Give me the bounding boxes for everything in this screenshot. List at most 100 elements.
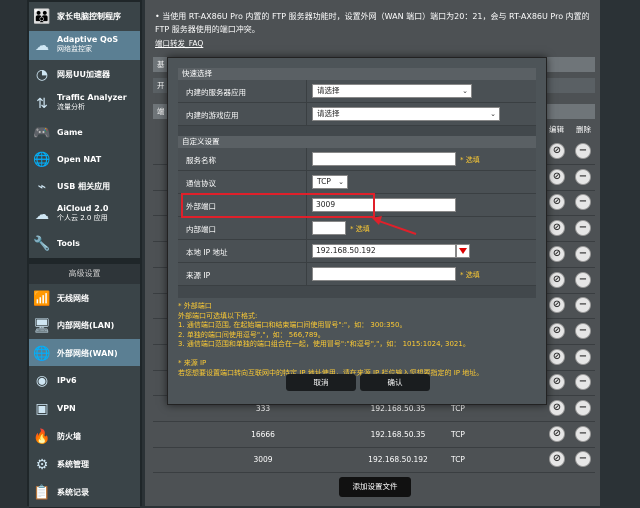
internal-port-row: 内部端口 * 选填 [178, 217, 536, 240]
sidebar-item-firewall[interactable]: 🔥 防火墙 [29, 422, 140, 452]
protocol-cell: TCP [451, 455, 465, 465]
edit-button[interactable]: ⊘ [549, 194, 565, 211]
builtin-game-select[interactable]: 请选择 ⌄ [312, 107, 500, 121]
edit-button[interactable]: ⊘ [549, 245, 565, 262]
edit-button[interactable]: ⊘ [549, 220, 565, 237]
local-ip-row: 本地 IP 地址 192.168.50.192 [178, 240, 536, 263]
note-line: 3. 通信端口范围和单独的端口组合在一起，使用冒号":"和逗号","，如： 10… [178, 340, 470, 348]
ok-button[interactable]: 确认 [360, 374, 430, 391]
builtin-service-row: 内建的服务器应用 请选择 ⌄ [178, 80, 536, 103]
sidebar-item-traffic[interactable]: ⇅ Traffic Analyzer 流量分析 [29, 89, 140, 119]
delete-button[interactable]: − [575, 143, 591, 159]
delete-button[interactable]: − [575, 425, 591, 442]
sidebar-item-game[interactable]: 🎮 Game [29, 118, 140, 148]
band-text: 开 [157, 81, 165, 90]
builtin-service-select[interactable]: 请选择 ⌄ [312, 84, 472, 98]
edit-button[interactable]: ⊘ [549, 425, 565, 442]
band-text: 基 [157, 60, 165, 69]
sidebar-item-label: AiCloud 2.0 [57, 204, 109, 213]
ip-dropdown-button[interactable] [456, 244, 470, 258]
service-name-label: 服务名称 [186, 156, 216, 165]
service-name-input[interactable] [312, 152, 456, 166]
row-divider [306, 263, 307, 285]
note-line: 若您想要设置端口转向互联网中的特定 IP 地址使用，请在来源 IP 栏位输入您想… [178, 368, 484, 377]
sidebar-item-tools[interactable]: 🔧 Tools [29, 229, 140, 259]
sidebar-item-ipv6[interactable]: ◉ IPv6 [29, 366, 140, 396]
band-text: 端 [157, 107, 165, 116]
delete-button[interactable]: − [575, 245, 591, 262]
edit-button[interactable]: ⊘ [549, 322, 565, 339]
sidebar-item-admin[interactable]: ⚙ 系统管理 [29, 450, 140, 480]
custom-settings-title: 自定义设置 [178, 136, 536, 148]
delete-button[interactable]: − [575, 348, 591, 365]
local-ip-input[interactable]: 192.168.50.192 [312, 244, 456, 258]
sidebar-item-label: 防火墙 [57, 432, 81, 441]
edit-button[interactable]: ⊘ [549, 348, 565, 365]
sidebar-item-sublabel: 个人云 2.0 应用 [57, 214, 108, 222]
delete-button[interactable]: − [575, 220, 591, 237]
edit-button[interactable]: ⊘ [549, 451, 565, 468]
edit-button[interactable]: ⊘ [549, 271, 565, 288]
builtin-game-label: 内建的游戏应用 [186, 111, 239, 120]
sidebar-item-log[interactable]: 📋 系统记录 [29, 478, 140, 508]
sidebar-item-usb[interactable]: ⌁ USB 相关应用 [29, 172, 140, 202]
usb-icon: ⌁ [37, 179, 47, 195]
protocol-select[interactable]: TCP ⌄ [312, 175, 348, 189]
edit-button[interactable]: ⊘ [549, 297, 565, 314]
local-ip-label: 本地 IP 地址 [186, 248, 228, 257]
delete-button[interactable]: − [575, 168, 591, 185]
add-profile-button[interactable]: 添加设置文件 [339, 477, 411, 497]
gear-icon: ⚙ [35, 457, 49, 473]
builtin-service-label: 内建的服务器应用 [186, 88, 246, 97]
sidebar-item-opennat[interactable]: 🌐 Open NAT [29, 145, 140, 175]
source-ip-input[interactable] [312, 267, 456, 281]
sidebar-item-label: Open NAT [57, 155, 102, 164]
cloud-icon: ☁ [35, 207, 49, 223]
delete-button[interactable]: − [575, 374, 591, 391]
delete-button[interactable]: − [575, 194, 591, 211]
wifi-icon: 📶 [33, 291, 51, 307]
builtin-game-value: 请选择 [317, 109, 340, 118]
sidebar-item-wireless[interactable]: 📶 无线网络 [29, 284, 140, 314]
edit-button[interactable]: ⊘ [549, 168, 565, 185]
faq-link[interactable]: 端口转发_FAQ [155, 38, 203, 49]
delete-button[interactable]: − [575, 271, 591, 288]
ip-cell: 192.168.50.35 [370, 429, 426, 439]
delete-button[interactable]: − [575, 400, 591, 416]
port-cell: 333 [255, 404, 271, 413]
note-line: 2. 单独的端口间使用逗号","，如： 566,789。 [178, 330, 325, 339]
port-forward-dialog: 快速选择 内建的服务器应用 请选择 ⌄ 内建的游戏应用 请选择 ⌄ 自定义设置 … [167, 57, 547, 405]
note-line: * 来源 IP [178, 359, 207, 367]
delete-button[interactable]: − [575, 451, 591, 468]
qos-icon: ☁ [35, 38, 49, 54]
edit-button[interactable]: ⊘ [549, 143, 565, 159]
edit-button[interactable]: ⊘ [549, 400, 565, 416]
wrench-icon: 🔧 [33, 236, 51, 252]
cancel-button[interactable]: 取消 [286, 374, 356, 391]
sidebar-item-wan[interactable]: 🌐 外部网络(WAN) [29, 339, 140, 369]
sidebar-item-label: 外部网络(WAN) [57, 349, 118, 358]
row-divider [306, 171, 307, 193]
firewall-icon: 🔥 [33, 429, 51, 445]
sidebar: 👪 家长电脑控制程序 ☁ Adaptive QoS 网络监控家 ◔ 网易UU加速… [27, 0, 142, 508]
internal-port-input[interactable] [312, 221, 346, 235]
sidebar-item-label: VPN [57, 404, 76, 413]
sidebar-item-parental[interactable]: 👪 家长电脑控制程序 [29, 2, 140, 32]
sidebar-item-qos[interactable]: ☁ Adaptive QoS 网络监控家 [29, 31, 140, 61]
edit-button[interactable]: ⊘ [549, 374, 565, 391]
protocol-value: TCP [317, 177, 331, 186]
sidebar-item-uu[interactable]: ◔ 网易UU加速器 [29, 60, 140, 90]
sidebar-item-lan[interactable]: 🖥 内部网络(LAN) [29, 311, 140, 341]
form-panel: 快速选择 内建的服务器应用 请选择 ⌄ 内建的游戏应用 请选择 ⌄ 自定义设置 … [178, 68, 536, 298]
sidebar-item-vpn[interactable]: ▣ VPN [29, 394, 140, 424]
optional-hint: * 选填 [460, 271, 480, 279]
service-name-row: 服务名称 * 选填 [178, 148, 536, 171]
chevron-down-icon: ⌄ [462, 87, 468, 95]
sidebar-item-label: Adaptive QoS [57, 35, 119, 44]
sidebar-item-sublabel: 流量分析 [57, 103, 85, 111]
delete-button[interactable]: − [575, 322, 591, 339]
col-edit-header: 编辑 [549, 125, 564, 134]
delete-button[interactable]: − [575, 297, 591, 314]
ip-cell: 192.168.50.192 [368, 455, 428, 465]
sidebar-item-aicloud[interactable]: ☁ AiCloud 2.0 个人云 2.0 应用 [29, 200, 140, 230]
